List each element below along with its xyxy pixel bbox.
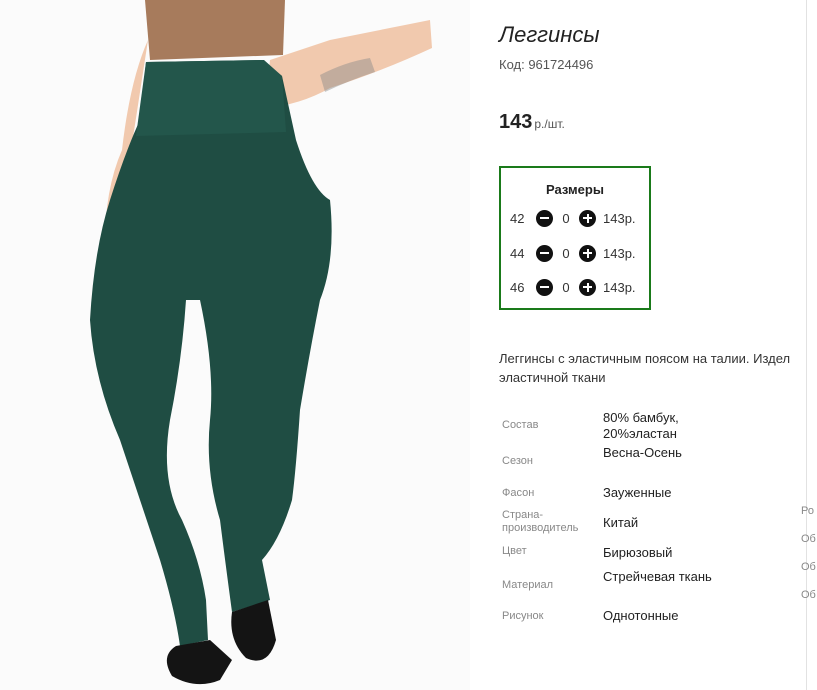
plus-circle-icon[interactable] [579, 209, 596, 227]
size-row: 44 0 143р. [510, 243, 636, 263]
size-row: 42 0 143р. [510, 208, 636, 228]
size-row: 46 0 143р. [510, 277, 636, 297]
spec-label: Сезон [502, 455, 533, 467]
sizes-title: Размеры [546, 182, 604, 197]
spec-value: Стрейчевая ткань [603, 569, 712, 584]
product-description: Леггинсы с эластичным поясом на талии. И… [499, 349, 817, 387]
spec-value: Китай [603, 515, 639, 530]
spec-value: Однотонные [603, 608, 679, 623]
product-title: Леггинсы [499, 22, 600, 47]
spec-value: 80% бамбук, 20%эластан [603, 410, 679, 441]
size-price: 143р. [603, 210, 636, 226]
size-price: 143р. [603, 279, 636, 295]
spec-label: Цвет [502, 545, 527, 557]
spec-label: Фасон [502, 487, 535, 499]
product-photo[interactable] [0, 0, 470, 690]
spec-value: Зауженные [603, 485, 672, 500]
minus-circle-icon[interactable] [536, 209, 553, 227]
spec-label: Страна-производитель [502, 509, 579, 534]
quantity-value: 0 [562, 279, 570, 295]
size-label: 46 [510, 279, 525, 295]
cut-off-label: Об [801, 561, 816, 573]
description-line: Леггинсы с эластичным поясом на талии. И… [499, 351, 791, 366]
price-value: 143 [499, 111, 533, 133]
spec-label: Состав [502, 419, 539, 431]
cut-off-label: Об [801, 533, 816, 545]
size-label: 44 [510, 245, 525, 261]
quantity-value: 0 [562, 245, 570, 261]
product-code: Код: 961724496 [499, 57, 594, 72]
quantity-value: 0 [562, 210, 570, 226]
plus-circle-icon[interactable] [579, 278, 596, 296]
cut-off-label: Ро [801, 505, 814, 517]
plus-circle-icon[interactable] [579, 244, 596, 262]
spec-label: Материал [502, 579, 553, 591]
spec-value: Весна-Осень [603, 445, 682, 460]
size-label: 42 [510, 210, 525, 226]
spec-label: Рисунок [502, 610, 544, 622]
minus-circle-icon[interactable] [536, 244, 553, 262]
leggings-model-image [0, 0, 470, 690]
sizes-panel: Размеры 42 0 143р. 44 0 143р. 46 0 143р. [499, 166, 651, 310]
right-edge-strip [806, 0, 817, 690]
spec-value: Бирюзовый [603, 545, 673, 560]
description-line: эластичной ткани [499, 370, 606, 385]
minus-circle-icon[interactable] [536, 278, 553, 296]
product-price: 143 р./шт. [499, 111, 565, 134]
cut-off-label: Об [801, 589, 816, 601]
price-unit: р./шт. [534, 117, 565, 131]
size-price: 143р. [603, 245, 636, 261]
